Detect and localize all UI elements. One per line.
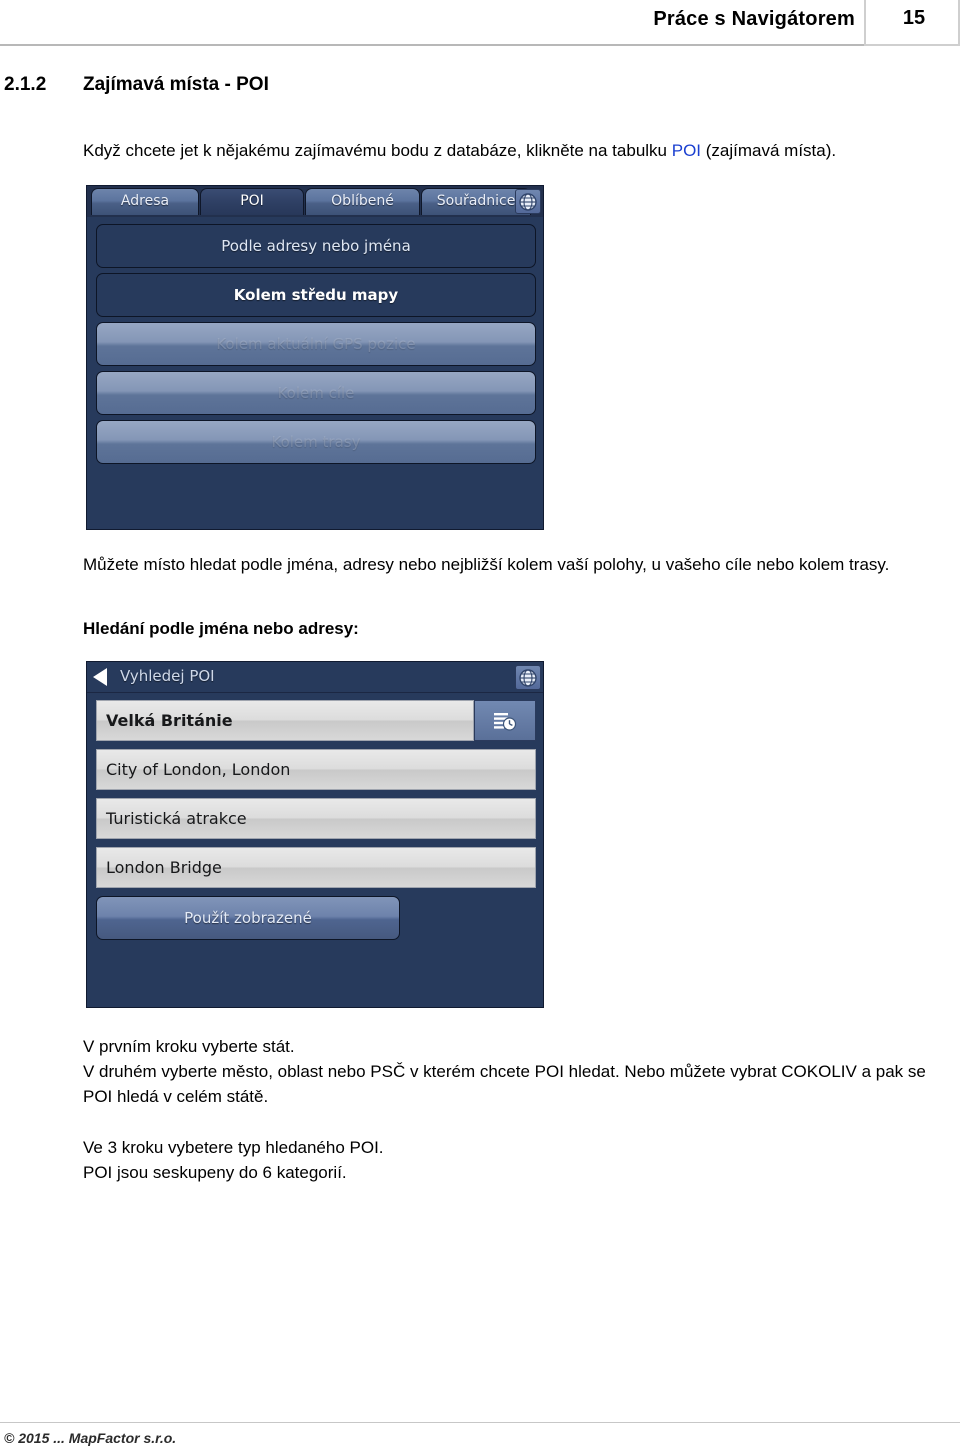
menu-button-kolem-stredu-mapy-label: Kolem středu mapy	[233, 286, 399, 304]
globe-button[interactable]	[515, 665, 541, 690]
footer-divider	[0, 1422, 960, 1423]
screenshot-search-poi-panel: Vyhledej POI Velká Británie City of Lond…	[86, 661, 544, 1008]
tab-bar: Adresa POI Oblíbené Souřadnice	[87, 186, 543, 217]
history-button[interactable]	[474, 700, 536, 741]
bottom-line-1: V prvním kroku vyberte stát.	[83, 1037, 295, 1056]
page-header-title: Práce s Navigátorem	[653, 8, 855, 30]
search-poi-title-bar: Vyhledej POI	[87, 662, 543, 693]
menu-button-kolem-cile-label: Kolem cíle	[277, 384, 355, 402]
section-number: 2.1.2	[4, 74, 47, 95]
tab-poi[interactable]: POI	[200, 188, 304, 215]
menu-button-kolem-trasy-label: Kolem trasy	[271, 433, 361, 451]
list-item-poi-name[interactable]: London Bridge	[96, 847, 536, 888]
header-divider	[0, 44, 960, 46]
menu-button-kolem-gps-pozice-label: Kolem aktuální GPS pozice	[216, 335, 416, 353]
menu-button-kolem-gps-pozice: Kolem aktuální GPS pozice	[96, 322, 536, 366]
back-arrow-icon[interactable]	[93, 668, 107, 686]
poi-link[interactable]: POI	[672, 141, 701, 160]
page-number: 15	[902, 7, 926, 29]
list-item-city-label: City of London, London	[106, 760, 291, 779]
intro-paragraph: Když chcete jet k nějakému zajímavému bo…	[83, 138, 943, 163]
menu-button-kolem-cile: Kolem cíle	[96, 371, 536, 415]
list-item-poi-name-label: London Bridge	[106, 858, 222, 877]
tab-adresa[interactable]: Adresa	[91, 188, 199, 215]
list-item-poi-category[interactable]: Turistická atrakce	[96, 798, 536, 839]
intro-text-after: (zajímavá místa).	[701, 141, 837, 160]
bottom-line-3: Ve 3 kroku vybetere typ hledaného POI.	[83, 1138, 384, 1157]
tab-adresa-label: Adresa	[120, 193, 170, 209]
mid-subheading: Hledání podle jména nebo adresy:	[83, 619, 359, 638]
menu-button-kolem-stredu-mapy[interactable]: Kolem středu mapy	[96, 273, 536, 317]
bottom-line-2: V druhém vyberte město, oblast nebo PSČ …	[83, 1062, 926, 1106]
footer-copyright: © 2015 ... MapFactor s.r.o.	[4, 1430, 177, 1446]
mid-paragraph: Můžete místo hledat podle jména, adresy …	[83, 555, 890, 574]
apply-displayed-button[interactable]: Použít zobrazené	[96, 896, 400, 940]
menu-button-podle-adresy[interactable]: Podle adresy nebo jména	[96, 224, 536, 268]
tab-oblibene-label: Oblíbené	[331, 193, 394, 209]
list-item-country[interactable]: Velká Británie	[96, 700, 474, 741]
menu-button-podle-adresy-label: Podle adresy nebo jména	[221, 237, 411, 255]
search-poi-title: Vyhledej POI	[120, 667, 215, 685]
tab-oblibene[interactable]: Oblíbené	[305, 188, 420, 215]
tab-poi-label: POI	[240, 193, 264, 209]
bottom-line-4: POI jsou seskupeny do 6 kategorií.	[83, 1163, 347, 1182]
menu-button-kolem-trasy: Kolem trasy	[96, 420, 536, 464]
globe-icon	[519, 193, 537, 211]
history-clock-icon	[494, 712, 517, 731]
globe-icon	[519, 669, 537, 687]
tab-souradnice-label: Souřadnice	[436, 193, 516, 209]
apply-displayed-button-label: Použít zobrazené	[184, 909, 312, 927]
page-header: Práce s Navigátorem 15	[0, 0, 960, 46]
list-item-city[interactable]: City of London, London	[96, 749, 536, 790]
page-title: Zajímavá místa - POI	[83, 74, 269, 95]
list-item-poi-category-label: Turistická atrakce	[106, 809, 247, 828]
intro-text-before: Když chcete jet k nějakému zajímavému bo…	[83, 141, 672, 160]
page-number-box: 15	[864, 0, 960, 46]
list-item-country-label: Velká Británie	[106, 711, 233, 730]
globe-button[interactable]	[515, 189, 541, 214]
screenshot-poi-tab-panel: Adresa POI Oblíbené Souřadnice Podle adr…	[86, 185, 544, 530]
